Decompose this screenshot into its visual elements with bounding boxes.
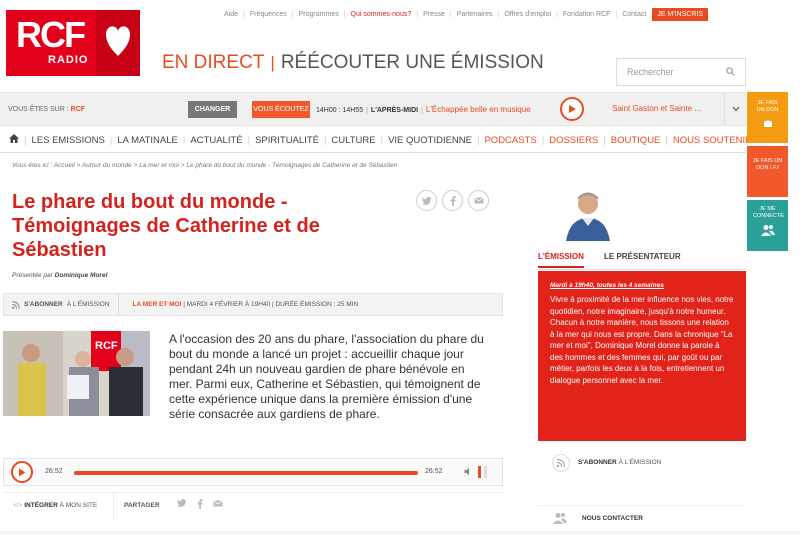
breadcrumb: Vous êtes ici : Accueil > Autour du mond… [12, 162, 398, 169]
users-icon [552, 512, 568, 526]
play-button[interactable] [11, 461, 33, 483]
subscribe-button[interactable]: S'ABONNER À L'ÉMISSION [4, 294, 119, 315]
top-link[interactable]: Fréquences [250, 11, 287, 18]
signup-button[interactable]: JE M'INSCRIS [652, 8, 708, 21]
facebook-icon[interactable] [197, 499, 203, 512]
embed-share-bar: </> INTÉGRER À MON SITE PARTAGER [3, 492, 503, 521]
share-buttons [416, 190, 489, 211]
article-title: Le phare du bout du monde - Témoignages … [12, 191, 320, 261]
chevron-down-icon[interactable] [724, 93, 746, 125]
replay-link[interactable]: RÉÉCOUTER UNE ÉMISSION [281, 52, 544, 73]
presenter-photo [560, 186, 616, 241]
footer-strip [0, 531, 800, 535]
search-input[interactable]: Rechercher [616, 58, 746, 86]
nav-item[interactable]: CULTURE [326, 135, 380, 146]
embed-icon: </> [13, 502, 23, 509]
nav-item[interactable]: BOUTIQUE [606, 135, 666, 146]
donate-button[interactable]: JE FAIS UN DON [747, 92, 788, 143]
episode-category[interactable]: LA MER ET MOI [133, 301, 182, 308]
rss-icon [552, 454, 570, 474]
top-link[interactable]: Aide [224, 11, 238, 18]
top-link[interactable]: Programmes [299, 11, 339, 18]
tab-presenter[interactable]: LE PRÉSENTATEUR [604, 252, 681, 261]
donate-ifi-label: JE FAIS UN DON I.F.I [752, 158, 783, 172]
change-station-button[interactable]: CHANGER [188, 101, 237, 118]
search-icon[interactable] [726, 66, 735, 78]
users-icon [760, 225, 775, 237]
rcf-logo[interactable]: RCF RADIO [6, 10, 140, 76]
top-link[interactable]: Qui sommes-nous? [351, 11, 412, 18]
station-bar: VOUS ÊTES SUR : RCF CHANGER VOUS ÉCOUTEZ… [0, 92, 746, 126]
episode-info: LA MER ET MOI | MARDI 4 FÉVRIER À 19H40 … [132, 301, 359, 308]
play-icon [19, 468, 26, 476]
volume-level[interactable] [478, 466, 481, 478]
nav-item[interactable]: LES EMISSIONS [26, 135, 109, 146]
presenter-line: Présentée par Dominique Morel [12, 272, 108, 279]
login-button[interactable]: JE ME CONNECTE [747, 200, 788, 251]
show-description: Vivre à proximité de la mer influence no… [550, 295, 734, 385]
nav-item[interactable]: ACTUALITÉ [185, 135, 247, 146]
station-label: VOUS ÊTES SUR : RCF [8, 106, 86, 113]
login-label: JE ME CONNECTE [753, 206, 784, 220]
presenter-name[interactable]: Dominique Morel [55, 272, 108, 279]
progress-fill [74, 471, 418, 475]
top-link[interactable]: Partenaires [457, 11, 493, 18]
facebook-icon[interactable] [442, 190, 463, 211]
current-time: 26:52 [45, 468, 63, 475]
volume-track[interactable] [484, 466, 487, 478]
show-schedule: Mardi à 19h40, toutes les 4 semaines [550, 282, 664, 289]
audio-player: 26:52 26:52 [3, 458, 503, 486]
subscribe-show-button[interactable]: S'ABONNER À L'ÉMISSION [538, 449, 746, 479]
saint-of-day[interactable]: Saint Gaston et Sainte ... [612, 104, 701, 113]
heart-icon [96, 10, 140, 76]
live-play-button[interactable] [560, 97, 584, 121]
main-nav: | LES EMISSIONS | LA MATINALE | ACTUALITÉ | SPI… [4, 134, 757, 146]
twitter-icon[interactable] [416, 190, 437, 211]
logo-text: RCF [16, 14, 86, 55]
nav-item[interactable]: LA MATINALE [112, 135, 183, 146]
top-link[interactable]: Presse [423, 11, 445, 18]
search-placeholder: Rechercher [627, 67, 674, 77]
svg-text:RCF: RCF [95, 340, 118, 352]
top-link[interactable]: Offres d'emploi [504, 11, 551, 18]
embed-divider [113, 493, 114, 521]
now-playing-info: 14H00 : 14H55 | L'APRÈS-MIDI | L'Échappée be… [316, 105, 531, 114]
nav-item[interactable]: PODCASTS [479, 135, 541, 146]
hand-icon [763, 120, 772, 128]
rss-icon [12, 300, 20, 309]
nav-item[interactable]: VIE QUOTIDIENNE [383, 135, 477, 146]
embed-button[interactable]: </> INTÉGRER À MON SITE [13, 502, 97, 509]
live-link[interactable]: EN DIRECT [162, 52, 264, 73]
top-link[interactable]: Fondation RCF [563, 11, 610, 18]
home-icon[interactable] [4, 134, 24, 146]
tab-emission[interactable]: L'ÉMISSION [538, 252, 584, 268]
show-tabs: L'ÉMISSION LE PRÉSENTATEUR [538, 248, 746, 270]
nav-item[interactable]: NOUS SOUTENIR [668, 135, 757, 146]
email-icon[interactable] [468, 190, 489, 211]
contact-button[interactable]: NOUS CONTACTER [538, 505, 746, 531]
logo-subtext: RADIO [48, 54, 89, 66]
play-icon [569, 105, 576, 113]
progress-bar[interactable] [74, 471, 418, 475]
live-replay-nav: EN DIRECT | RÉÉCOUTER UNE ÉMISSION [162, 52, 544, 73]
episode-photo: RCF [3, 331, 150, 416]
donate-ifi-button[interactable]: JE FAIS UN DON I.F.I [747, 146, 788, 197]
top-link[interactable]: Contact [622, 11, 646, 18]
share-icons [177, 499, 223, 512]
email-icon[interactable] [213, 499, 223, 512]
nav-divider [0, 152, 746, 153]
article-body: A l'occasion des 20 ans du phare, l'asso… [169, 332, 484, 421]
now-listening-badge: VOUS ÉCOUTEZ [252, 101, 310, 118]
show-description-box: Mardi à 19h40, toutes les 4 semaines Viv… [538, 271, 746, 441]
episode-meta-bar: S'ABONNER À L'ÉMISSION LA MER ET MOI | MA… [3, 293, 503, 316]
volume-icon[interactable] [464, 467, 473, 478]
donate-label: JE FAIS UN DON [756, 100, 779, 114]
total-time: 26:52 [425, 468, 443, 475]
nav-item[interactable]: DOSSIERS [544, 135, 603, 146]
twitter-icon[interactable] [177, 499, 187, 512]
top-links: Aide | Fréquences | Programmes | Qui sommes-no… [224, 8, 708, 21]
nav-item[interactable]: SPIRITUALITÉ [250, 135, 324, 146]
station-name: RCF [70, 106, 86, 113]
share-label: PARTAGER [124, 502, 160, 509]
